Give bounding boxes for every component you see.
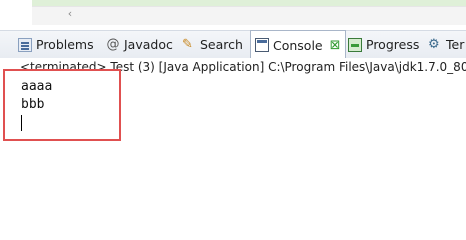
tab-terminal[interactable]: ⚙ Ter — [428, 31, 464, 58]
tab-javadoc-label: Javadoc — [124, 37, 173, 52]
scroll-left-arrow[interactable]: ‹ — [64, 6, 76, 22]
tab-progress-label: Progress — [366, 37, 420, 52]
view-tab-bar: Problems @ Javadoc ✎ Search Console ⊠ Pr… — [0, 30, 466, 59]
tab-search[interactable]: ✎ Search — [182, 31, 243, 58]
close-icon[interactable]: ⊠ — [330, 38, 341, 53]
annotation-highlight-box — [3, 69, 121, 141]
tab-search-label: Search — [200, 37, 243, 52]
tab-terminal-label: Ter — [446, 37, 465, 52]
tab-problems[interactable]: Problems — [18, 31, 94, 58]
problems-icon — [18, 37, 32, 52]
tab-progress[interactable]: Progress — [348, 31, 419, 58]
horizontal-scrollbar[interactable] — [32, 6, 466, 25]
at-icon: @ — [106, 36, 120, 52]
console-icon — [255, 38, 269, 52]
search-icon: ✎ — [182, 36, 193, 52]
terminal-icon: ⚙ — [428, 36, 440, 52]
tab-console[interactable]: Console ⊠ — [250, 30, 346, 59]
tab-problems-label: Problems — [36, 37, 94, 52]
tab-console-label: Console — [273, 37, 323, 53]
tab-javadoc[interactable]: @ Javadoc — [106, 31, 173, 58]
progress-icon — [348, 37, 362, 52]
